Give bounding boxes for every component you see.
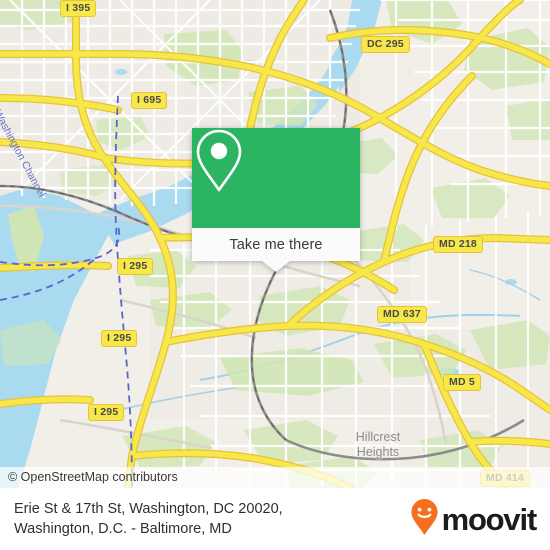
moovit-wordmark: moovit (441, 501, 538, 537)
footer-bar: Erie St & 17th St, Washington, DC 20020,… (0, 488, 550, 550)
place-label-line-2: Heights (356, 445, 400, 459)
road-label-dc-295: DC 295 (361, 36, 410, 53)
address-line-1: Erie St & 17th St, Washington, DC 20020, (14, 501, 283, 517)
place-label-hillcrest-heights: Hillcrest Heights (336, 430, 420, 460)
moovit-map-screenshot: I 395 DC 295 I 695 I 295 I 295 I 295 MD … (0, 0, 550, 550)
map-attribution[interactable]: © OpenStreetMap contributors (0, 467, 550, 488)
road-label-md-637: MD 637 (377, 306, 427, 323)
road-label-i-395: I 395 (60, 0, 97, 17)
take-me-there-button[interactable]: Take me there (192, 228, 360, 261)
road-label-md-218: MD 218 (433, 236, 483, 253)
map-canvas[interactable]: I 395 DC 295 I 695 I 295 I 295 I 295 MD … (0, 0, 550, 488)
destination-callout-card[interactable]: Take me there (192, 128, 360, 272)
place-label-line-1: Hillcrest (355, 430, 401, 444)
moovit-smiley-pin-icon (410, 498, 439, 541)
address-block: Erie St & 17th St, Washington, DC 20020,… (0, 499, 410, 539)
road-label-md-5: MD 5 (443, 374, 481, 391)
road-label-i-295-north: I 295 (117, 258, 154, 275)
moovit-brand[interactable]: moovit (410, 498, 550, 541)
road-label-i-295-south: I 295 (88, 404, 125, 421)
address-line-2: Washington, D.C. - Baltimore, MD (14, 521, 232, 537)
road-label-i-295-mid: I 295 (101, 330, 138, 347)
road-label-i-695: I 695 (131, 92, 168, 109)
callout-pointer-tip (262, 261, 290, 272)
take-me-there-label: Take me there (229, 236, 323, 253)
callout-header (192, 128, 360, 228)
